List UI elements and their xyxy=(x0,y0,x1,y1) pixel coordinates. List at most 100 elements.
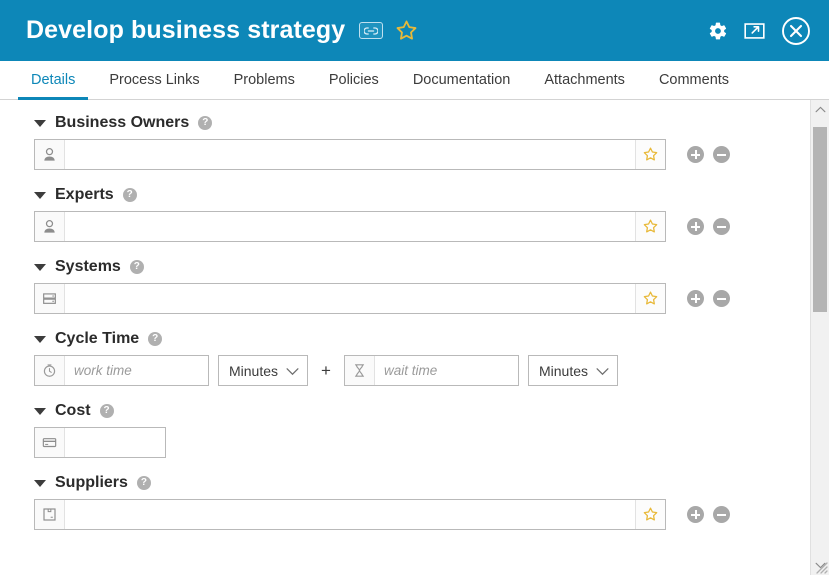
collapse-caret-icon[interactable] xyxy=(34,119,46,127)
field-group-cost: Cost ? xyxy=(0,402,810,458)
work-time-unit-select[interactable]: Minutes xyxy=(218,355,309,386)
cost-label: Cost xyxy=(55,402,91,419)
suppliers-label: Suppliers xyxy=(55,474,128,491)
hourglass-icon xyxy=(344,356,375,385)
content-area: Business Owners ? Experts ? Systems ? Cy… xyxy=(0,100,829,575)
collapse-caret-icon[interactable] xyxy=(34,479,46,487)
business-owners-remove-button[interactable] xyxy=(713,146,730,163)
cycle-time-row: work time Minutes + wait time Minutes xyxy=(34,355,810,386)
cycle-time-operator: + xyxy=(321,360,331,380)
person-icon xyxy=(35,212,65,241)
tab-policies[interactable]: Policies xyxy=(312,61,396,99)
experts-header: Experts ? xyxy=(34,186,810,204)
scrollbar-thumb[interactable] xyxy=(813,127,827,312)
chevron-down-icon xyxy=(596,363,609,379)
help-icon[interactable]: ? xyxy=(99,404,114,418)
tab-documentation[interactable]: Documentation xyxy=(396,61,528,99)
close-icon[interactable] xyxy=(781,16,811,46)
systems-remove-button[interactable] xyxy=(713,290,730,307)
tab-problems[interactable]: Problems xyxy=(217,61,312,99)
scroll-up-button[interactable] xyxy=(811,100,829,119)
business-owners-add-button[interactable] xyxy=(687,146,704,163)
systems-row xyxy=(34,283,810,314)
business-owners-label: Business Owners xyxy=(55,114,190,131)
suppliers-row xyxy=(34,499,810,530)
experts-add-button[interactable] xyxy=(687,218,704,235)
tab-bar: Details Process Links Problems Policies … xyxy=(0,61,829,100)
systems-value xyxy=(65,284,635,313)
tab-attachments[interactable]: Attachments xyxy=(527,61,642,99)
business-owners-star-button[interactable] xyxy=(635,140,665,169)
detail-dialog: Develop business strategy Details Proces… xyxy=(0,0,829,575)
package-box-icon xyxy=(35,500,65,529)
cost-row xyxy=(34,427,810,458)
experts-value xyxy=(65,212,635,241)
experts-star-button[interactable] xyxy=(635,212,665,241)
business-owners-header: Business Owners ? xyxy=(34,114,810,132)
server-icon xyxy=(35,284,65,313)
cycle-time-label: Cycle Time xyxy=(55,330,140,347)
credit-card-icon xyxy=(35,428,65,457)
wait-time-placeholder: wait time xyxy=(383,363,438,378)
business-owners-input[interactable] xyxy=(34,139,666,170)
link-icon[interactable] xyxy=(359,22,384,39)
experts-remove-button[interactable] xyxy=(713,218,730,235)
title-bar: Develop business strategy xyxy=(0,0,829,61)
field-group-cycle-time: Cycle Time ? work time Minutes + wait ti… xyxy=(0,330,810,386)
collapse-caret-icon[interactable] xyxy=(34,191,46,199)
business-owners-value xyxy=(65,140,635,169)
wait-time-input[interactable]: wait time xyxy=(343,355,519,386)
window-controls xyxy=(708,16,811,46)
suppliers-star-button[interactable] xyxy=(635,500,665,529)
person-icon xyxy=(35,140,65,169)
favorite-star-icon[interactable] xyxy=(395,19,418,42)
systems-label: Systems xyxy=(55,258,121,275)
wait-time-unit-select[interactable]: Minutes xyxy=(527,355,618,386)
systems-header: Systems ? xyxy=(34,258,810,276)
scrollbar-track[interactable] xyxy=(811,119,829,556)
settings-gear-icon[interactable] xyxy=(708,21,728,41)
systems-input[interactable] xyxy=(34,283,666,314)
systems-add-button[interactable] xyxy=(687,290,704,307)
chevron-down-icon xyxy=(286,363,299,379)
resize-grip[interactable] xyxy=(815,561,828,574)
stopwatch-icon xyxy=(35,356,65,385)
suppliers-remove-button[interactable] xyxy=(713,506,730,523)
field-group-business-owners: Business Owners ? xyxy=(0,114,810,170)
cost-header: Cost ? xyxy=(34,402,810,420)
help-icon[interactable]: ? xyxy=(198,116,213,130)
help-icon[interactable]: ? xyxy=(122,188,137,202)
page-title: Develop business strategy xyxy=(26,16,346,44)
field-group-systems: Systems ? xyxy=(0,258,810,314)
help-icon[interactable]: ? xyxy=(148,332,163,346)
field-group-experts: Experts ? xyxy=(0,186,810,242)
collapse-caret-icon[interactable] xyxy=(34,263,46,271)
tab-process-links[interactable]: Process Links xyxy=(92,61,216,99)
cost-value xyxy=(65,428,165,457)
collapse-caret-icon[interactable] xyxy=(34,407,46,415)
experts-input[interactable] xyxy=(34,211,666,242)
suppliers-value xyxy=(65,500,635,529)
experts-label: Experts xyxy=(55,186,114,203)
title-icon-group xyxy=(359,19,418,42)
cycle-time-header: Cycle Time ? xyxy=(34,330,810,348)
vertical-scrollbar[interactable] xyxy=(810,100,829,575)
work-time-placeholder: work time xyxy=(74,363,132,378)
business-owners-row xyxy=(34,139,810,170)
work-time-unit-value: Minutes xyxy=(229,362,279,379)
work-time-input[interactable]: work time xyxy=(34,355,209,386)
help-icon[interactable]: ? xyxy=(129,260,144,274)
tab-comments[interactable]: Comments xyxy=(642,61,746,99)
collapse-caret-icon[interactable] xyxy=(34,335,46,343)
suppliers-header: Suppliers ? xyxy=(34,474,810,492)
wait-time-unit-value: Minutes xyxy=(538,362,588,379)
systems-star-button[interactable] xyxy=(635,284,665,313)
help-icon[interactable]: ? xyxy=(136,476,151,490)
experts-row xyxy=(34,211,810,242)
suppliers-add-button[interactable] xyxy=(687,506,704,523)
suppliers-input[interactable] xyxy=(34,499,666,530)
tab-details[interactable]: Details xyxy=(14,61,92,100)
popout-icon[interactable] xyxy=(744,21,765,40)
field-group-suppliers: Suppliers ? xyxy=(0,474,810,530)
cost-input[interactable] xyxy=(34,427,166,458)
